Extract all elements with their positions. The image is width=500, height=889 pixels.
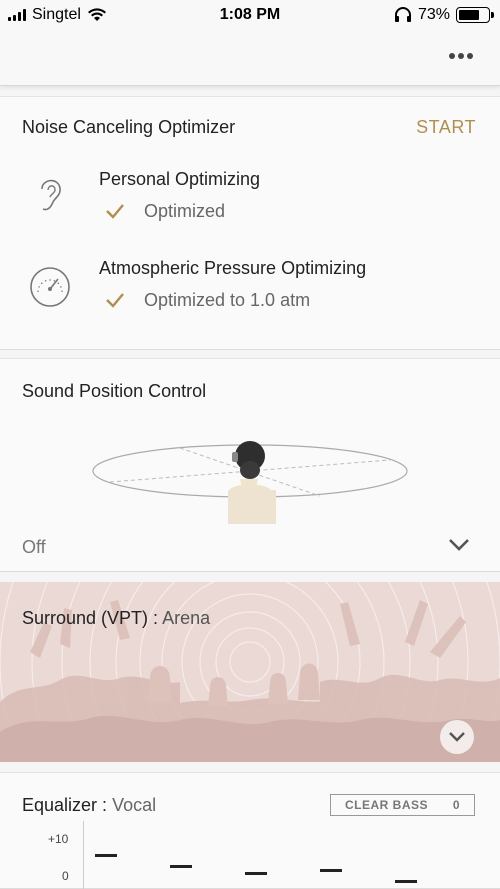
battery-percent: 73% [417,6,450,23]
more-dot-icon [449,53,455,59]
clear-bass-value: 0 [452,798,460,812]
listener-position-illustration [92,441,408,524]
app-header [0,30,500,86]
pressure-optimizing-title: Atmospheric Pressure Optimizing [99,258,367,278]
spc-value: Off [22,537,46,557]
check-icon [106,204,124,219]
eq-band-marker[interactable] [95,853,117,857]
spc-title: Sound Position Control [22,381,207,401]
surround-separator: : [148,608,163,628]
eq-band-marker[interactable] [170,864,192,868]
ear-icon [41,179,61,211]
clear-bass-button[interactable]: CLEAR BASS 0 [330,794,475,816]
noise-canceling-optimizer-card: Noise Canceling Optimizer START Personal… [0,96,500,350]
surround-label: Surround (VPT) [22,608,149,628]
surround-title: Surround (VPT) : Arena [22,608,210,629]
equalizer-title: Equalizer : Vocal [22,795,156,816]
equalizer-separator: : [97,795,113,815]
pressure-gauge-icon [30,267,70,307]
pressure-optimizing-status: Optimized to 1.0 atm [144,290,311,310]
check-icon [106,293,124,308]
equalizer-value: Vocal [112,795,157,815]
eq-band-marker[interactable] [320,868,342,872]
eq-band-marker[interactable] [245,872,267,876]
eq-axis-zero-label: 0 [62,869,69,883]
more-options-button[interactable] [446,46,476,66]
headphones-icon [394,7,411,22]
chevron-down-icon[interactable] [448,538,470,552]
battery-icon [456,7,494,23]
eq-axis-top-label: +10 [48,832,69,846]
eq-axis-line [83,821,84,889]
nco-title: Noise Canceling Optimizer [22,117,236,137]
personal-optimizing-title: Personal Optimizing [99,169,261,189]
battery-level [459,10,480,20]
nco-start-button[interactable]: START [416,117,476,138]
clear-bass-label: CLEAR BASS [345,798,429,812]
status-bar: Singtel 1:08 PM 73% [0,0,500,30]
surround-value: Arena [162,608,211,628]
status-right: 73% [394,6,494,24]
eq-band-marker[interactable] [395,879,417,883]
equalizer-card[interactable]: Equalizer : Vocal CLEAR BASS 0 +10 0 [0,772,500,889]
sound-position-control-card[interactable]: Sound Position Control Off [0,358,500,572]
personal-optimizing-status: Optimized [144,201,226,221]
more-dot-icon [467,53,473,59]
chevron-down-icon [449,732,465,742]
equalizer-label: Equalizer [22,795,98,815]
more-dot-icon [458,53,464,59]
surround-vpt-card[interactable]: Surround (VPT) : Arena [0,582,500,762]
surround-expand-button[interactable] [440,720,474,754]
